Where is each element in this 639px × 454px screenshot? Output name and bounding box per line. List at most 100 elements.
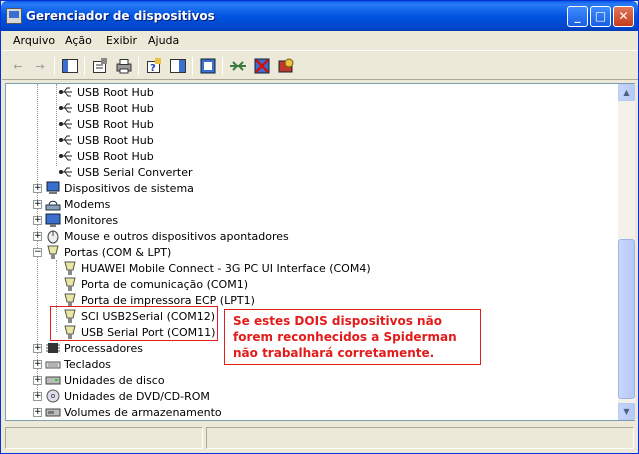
expand-plus-icon[interactable]: + xyxy=(33,232,42,241)
tree-item-label: USB Root Hub xyxy=(77,101,154,115)
expand-plus-icon[interactable]: + xyxy=(33,184,42,193)
tree-category-dvd-cd-rom[interactable]: Unidades de DVD/CD-ROM xyxy=(45,388,210,404)
update-driver-icon[interactable] xyxy=(228,56,248,76)
tree-item-usb-root-hub[interactable]: USB Root Hub xyxy=(58,116,154,132)
tree-category-unidades-de-disco[interactable]: Unidades de disco xyxy=(45,372,165,388)
tree-item-label: USB Root Hub xyxy=(77,117,154,131)
tree-category-label: Unidades de DVD/CD-ROM xyxy=(64,389,210,403)
help-icon[interactable]: ? xyxy=(144,56,164,76)
processor-icon xyxy=(45,340,61,356)
view-icon[interactable] xyxy=(168,56,188,76)
title-bar[interactable]: Gerenciador de dispositivos _ □ ✕ xyxy=(1,1,638,31)
port-icon xyxy=(62,260,78,276)
tree-category-portas[interactable]: Portas (COM & LPT) xyxy=(45,244,171,260)
usb-icon xyxy=(58,132,74,148)
scroll-down-arrow-icon[interactable]: ▼ xyxy=(618,403,635,420)
tree-item-label: Porta de impressora ECP (LPT1) xyxy=(81,293,255,307)
annotation-callout: Se estes DOIS dispositivos não forem rec… xyxy=(224,309,481,365)
tree-item-label: USB Root Hub xyxy=(77,133,154,147)
close-button[interactable]: ✕ xyxy=(613,6,634,27)
toolbar: ← → ? xyxy=(2,52,638,80)
status-pane xyxy=(5,427,203,449)
cd-drive-icon xyxy=(45,388,61,404)
monitor-icon xyxy=(45,212,61,228)
scan-hardware-icon[interactable] xyxy=(198,56,218,76)
tree-category-label: Teclados xyxy=(64,357,111,371)
menu-ajuda[interactable]: Ajuda xyxy=(148,34,179,47)
forward-arrow-icon[interactable]: → xyxy=(30,56,50,76)
usb-icon xyxy=(58,148,74,164)
scroll-thumb[interactable] xyxy=(618,239,635,399)
tree-category-label: Processadores xyxy=(64,341,143,355)
tree-item-usb-root-hub[interactable]: USB Root Hub xyxy=(58,148,154,164)
tree-item-huawei-com4[interactable]: HUAWEI Mobile Connect - 3G PC UI Interfa… xyxy=(62,260,371,276)
tree-item-usb-root-hub[interactable]: USB Root Hub xyxy=(58,84,154,100)
tree-category-processadores[interactable]: Processadores xyxy=(45,340,143,356)
tree-item-label: USB Serial Converter xyxy=(77,165,193,179)
tree-category-dispositivos-de-sistema[interactable]: Dispositivos de sistema xyxy=(45,180,194,196)
tree-category-label: Modems xyxy=(64,197,111,211)
tree-category-teclados[interactable]: Teclados xyxy=(45,356,111,372)
storage-volume-icon xyxy=(45,404,61,420)
menu-exibir[interactable]: Exibir xyxy=(106,34,137,47)
device-manager-window: Gerenciador de dispositivos _ □ ✕ Arquiv… xyxy=(0,0,639,454)
tree-item-usb-root-hub[interactable]: USB Root Hub xyxy=(58,100,154,116)
svg-text:?: ? xyxy=(150,63,156,74)
uninstall-device-icon[interactable] xyxy=(276,56,296,76)
keyboard-icon xyxy=(45,356,61,372)
tree-category-label: Monitores xyxy=(64,213,119,227)
expand-plus-icon[interactable]: + xyxy=(33,344,42,353)
tree-category-label: Unidades de disco xyxy=(64,373,165,387)
status-pane xyxy=(206,427,634,449)
tree-category-label: Dispositivos de sistema xyxy=(64,181,194,195)
mouse-icon xyxy=(45,228,61,244)
tree-category-modems[interactable]: Modems xyxy=(45,196,110,212)
usb-icon xyxy=(58,116,74,132)
tree-item-label: HUAWEI Mobile Connect - 3G PC UI Interfa… xyxy=(81,261,371,275)
tree-category-label: Portas (COM & LPT) xyxy=(64,245,172,259)
menu-acao[interactable]: Ação xyxy=(65,34,92,47)
expand-plus-icon[interactable]: + xyxy=(33,200,42,209)
expand-plus-icon[interactable]: + xyxy=(33,216,42,225)
tree-item-usb-root-hub[interactable]: USB Root Hub xyxy=(58,132,154,148)
expand-plus-icon[interactable]: + xyxy=(33,376,42,385)
expand-plus-icon[interactable]: + xyxy=(33,408,42,417)
properties-icon[interactable] xyxy=(90,56,110,76)
usb-icon xyxy=(58,100,74,116)
tree-category-label: Mouse e outros dispositivos apontadores xyxy=(64,229,289,243)
tree-item-label: Porta de comunicação (COM1) xyxy=(81,277,248,291)
status-bar xyxy=(2,424,638,453)
collapse-minus-icon[interactable]: − xyxy=(33,248,42,257)
tree-item-label: USB Root Hub xyxy=(77,85,154,99)
port-icon xyxy=(62,276,78,292)
modem-icon xyxy=(45,196,61,212)
vertical-scrollbar[interactable]: ▲ ▼ xyxy=(618,84,635,420)
disable-device-icon[interactable] xyxy=(252,56,272,76)
computer-icon xyxy=(45,180,61,196)
tree-item-usb-serial-converter[interactable]: USB Serial Converter xyxy=(58,164,192,180)
minimize-button[interactable]: _ xyxy=(567,6,588,27)
tree-category-mouse[interactable]: Mouse e outros dispositivos apontadores xyxy=(45,228,289,244)
usb-icon xyxy=(58,164,74,180)
menu-bar: Arquivo Ação Exibir Ajuda xyxy=(2,31,638,51)
usb-icon xyxy=(58,84,74,100)
scroll-up-arrow-icon[interactable]: ▲ xyxy=(618,84,635,101)
device-tree[interactable]: USB Root Hub USB Root Hub USB Root Hub U… xyxy=(5,83,635,421)
port-icon xyxy=(45,244,61,260)
expand-plus-icon[interactable]: + xyxy=(33,360,42,369)
tree-category-label: Volumes de armazenamento xyxy=(64,405,222,419)
highlight-box xyxy=(50,306,218,341)
tree-category-monitores[interactable]: Monitores xyxy=(45,212,118,228)
menu-arquivo[interactable]: Arquivo xyxy=(13,34,55,47)
window-title: Gerenciador de dispositivos xyxy=(26,9,215,23)
back-arrow-icon[interactable]: ← xyxy=(8,56,28,76)
maximize-button[interactable]: □ xyxy=(590,6,611,27)
tree-item-porta-com1[interactable]: Porta de comunicação (COM1) xyxy=(62,276,248,292)
disk-drive-icon xyxy=(45,372,61,388)
device-manager-icon xyxy=(6,8,22,24)
expand-plus-icon[interactable]: + xyxy=(33,392,42,401)
tree-category-volumes[interactable]: Volumes de armazenamento xyxy=(45,404,222,420)
tree-view-icon[interactable] xyxy=(60,56,80,76)
tree-item-label: USB Root Hub xyxy=(77,149,154,163)
print-icon[interactable] xyxy=(114,56,134,76)
